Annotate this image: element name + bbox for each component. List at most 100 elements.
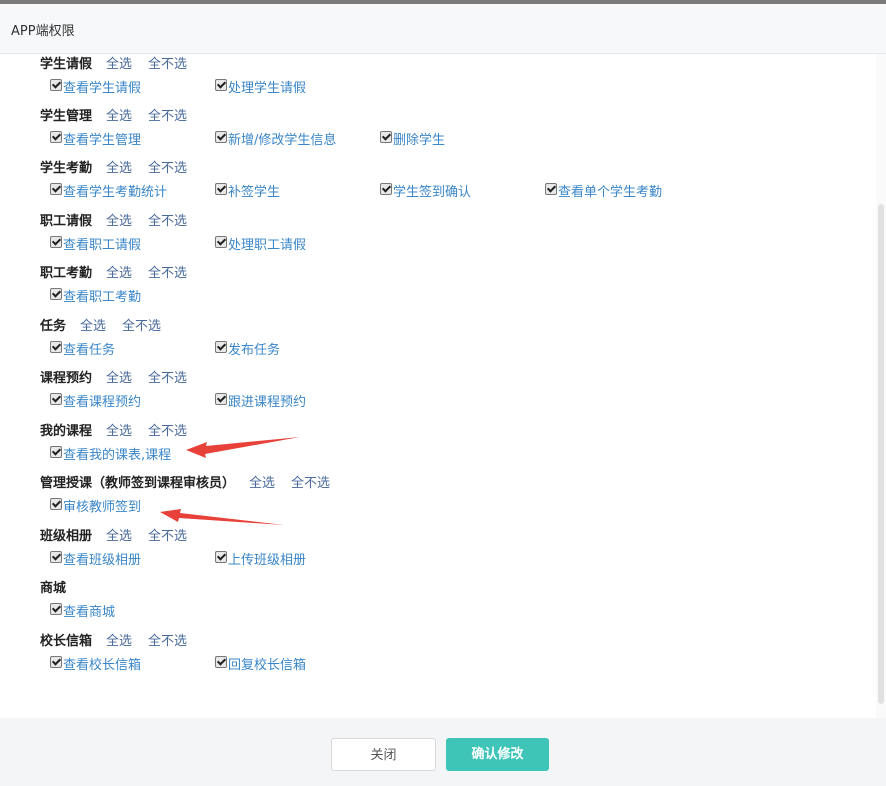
permission-checkbox-item[interactable]: 上传班级相册 (215, 551, 306, 571)
select-none-link[interactable]: 全不选 (148, 211, 187, 233)
permission-items: 查看学生请假 处理学生请假 (40, 79, 306, 101)
confirm-button[interactable]: 确认修改 (446, 738, 549, 771)
checkbox-checked[interactable] (50, 288, 62, 300)
checkbox-checked[interactable] (215, 393, 227, 405)
checkbox-checked[interactable] (50, 79, 62, 91)
permission-checkbox-item[interactable]: 查看任务 (50, 341, 115, 361)
permission-checkbox-item[interactable]: 新增/修改学生信息 (215, 131, 336, 151)
checkbox-checked[interactable] (50, 656, 62, 668)
select-none-link[interactable]: 全不选 (122, 316, 161, 338)
select-none-link[interactable]: 全不选 (148, 421, 187, 443)
permission-checkbox-item[interactable]: 查看单个学生考勤 (545, 183, 662, 203)
group-header: 我的课程 全选 全不选 (40, 421, 187, 443)
permission-checkbox-item[interactable]: 查看学生请假 (50, 79, 141, 99)
permission-label: 查看职工考勤 (63, 290, 142, 305)
permission-checkbox-item[interactable]: 审核教师签到 (50, 498, 141, 518)
checkbox-checked[interactable] (50, 498, 62, 510)
permission-checkbox-item[interactable]: 跟进课程预约 (215, 393, 306, 413)
select-all-link[interactable]: 全选 (106, 263, 132, 285)
permission-checkbox-item[interactable]: 删除学生 (380, 131, 445, 151)
group-name: 职工考勤 (40, 266, 93, 281)
permission-checkbox-item[interactable]: 查看班级相册 (50, 551, 141, 571)
select-all-link[interactable]: 全选 (106, 421, 132, 443)
permission-checkbox-item[interactable]: 查看学生管理 (50, 131, 141, 151)
group-name: 商城 (40, 581, 67, 596)
select-all-link[interactable]: 全选 (249, 473, 275, 495)
permission-items: 查看职工考勤 (40, 288, 187, 310)
select-none-link[interactable]: 全不选 (148, 263, 187, 285)
checkbox-checked[interactable] (50, 341, 62, 353)
checkbox-checked[interactable] (50, 603, 62, 615)
close-button[interactable]: 关闭 (331, 738, 436, 771)
dialog-title: APP端权限 (11, 24, 75, 39)
select-all-link[interactable]: 全选 (106, 211, 132, 233)
permission-checkbox-item[interactable]: 回复校长信箱 (215, 656, 306, 676)
checkbox-checked[interactable] (380, 183, 392, 195)
select-none-link[interactable]: 全不选 (148, 54, 187, 76)
select-none-link[interactable]: 全不选 (148, 106, 187, 128)
permission-checkbox-item[interactable]: 查看课程预约 (50, 393, 141, 413)
select-all-link[interactable]: 全选 (80, 316, 106, 338)
permission-label: 新增/修改学生信息 (228, 133, 337, 148)
permission-group: 学生管理 全选 全不选 查看学生管理 新增/修改学生信息 删除学生 (40, 106, 445, 153)
checkbox-checked[interactable] (50, 446, 62, 458)
select-none-link[interactable]: 全不选 (148, 158, 187, 180)
checkbox-checked[interactable] (50, 131, 62, 143)
permission-checkbox-item[interactable]: 处理职工请假 (215, 236, 306, 256)
group-header: 学生考勤 全选 全不选 (40, 158, 187, 180)
checkbox-checked[interactable] (545, 183, 557, 195)
checkbox-checked[interactable] (50, 183, 62, 195)
select-none-link[interactable]: 全不选 (148, 368, 187, 390)
select-all-link[interactable]: 全选 (106, 106, 132, 128)
scrollbar[interactable] (876, 54, 886, 718)
permission-checkbox-item[interactable]: 发布任务 (215, 341, 280, 361)
permission-label: 查看任务 (63, 343, 116, 358)
group-name: 班级相册 (40, 529, 93, 544)
checkbox-checked[interactable] (215, 236, 227, 248)
permission-checkbox-item[interactable]: 查看商城 (50, 603, 115, 623)
permission-checkbox-item[interactable]: 补签学生 (215, 183, 280, 203)
permission-items: 查看班级相册 上传班级相册 (40, 551, 306, 573)
group-name: 我的课程 (40, 424, 93, 439)
permission-items: 查看课程预约 跟进课程预约 (40, 393, 306, 415)
select-all-link[interactable]: 全选 (106, 631, 132, 653)
permission-checkbox-item[interactable]: 查看校长信箱 (50, 656, 141, 676)
permission-label: 发布任务 (228, 343, 281, 358)
checkbox-checked[interactable] (50, 236, 62, 248)
permission-checkbox-item[interactable]: 学生签到确认 (380, 183, 471, 203)
checkbox-checked[interactable] (215, 183, 227, 195)
select-none-link[interactable]: 全不选 (291, 473, 330, 495)
checkbox-checked[interactable] (50, 551, 62, 563)
permission-group: 商城查看商城 (40, 578, 115, 625)
select-all-link[interactable]: 全选 (106, 526, 132, 548)
checkbox-checked[interactable] (215, 551, 227, 563)
select-all-link[interactable]: 全选 (106, 158, 132, 180)
permission-group: 课程预约 全选 全不选 查看课程预约 跟进课程预约 (40, 368, 306, 415)
scrollbar-thumb[interactable] (878, 204, 884, 704)
permission-items: 查看任务 发布任务 (40, 341, 280, 363)
checkbox-checked[interactable] (215, 79, 227, 91)
checkbox-checked[interactable] (215, 656, 227, 668)
select-all-link[interactable]: 全选 (106, 54, 132, 76)
checkbox-checked[interactable] (215, 131, 227, 143)
permission-checkbox-item[interactable]: 处理学生请假 (215, 79, 306, 99)
permission-checkbox-item[interactable]: 查看学生考勤统计 (50, 183, 167, 203)
group-header: 校长信箱 全选 全不选 (40, 631, 187, 653)
select-none-link[interactable]: 全不选 (148, 631, 187, 653)
checkbox-checked[interactable] (50, 393, 62, 405)
permission-label: 学生签到确认 (393, 185, 472, 200)
permission-label: 查看商城 (63, 605, 116, 620)
group-header: 学生请假 全选 全不选 (40, 54, 187, 76)
group-name: 学生请假 (40, 57, 93, 72)
checkbox-checked[interactable] (380, 131, 392, 143)
permission-checkbox-item[interactable]: 查看职工请假 (50, 236, 141, 256)
select-none-link[interactable]: 全不选 (148, 526, 187, 548)
group-header: 管理授课（教师签到课程审核员） 全选 全不选 (40, 473, 330, 495)
group-name: 学生管理 (40, 109, 93, 124)
group-header: 职工请假 全选 全不选 (40, 211, 187, 233)
checkbox-checked[interactable] (215, 341, 227, 353)
permission-checkbox-item[interactable]: 查看职工考勤 (50, 288, 141, 308)
select-all-link[interactable]: 全选 (106, 368, 132, 390)
permission-checkbox-item[interactable]: 查看我的课表,课程 (50, 446, 171, 466)
permission-group: 校长信箱 全选 全不选查看校长信箱 回复校长信箱 (40, 631, 306, 678)
